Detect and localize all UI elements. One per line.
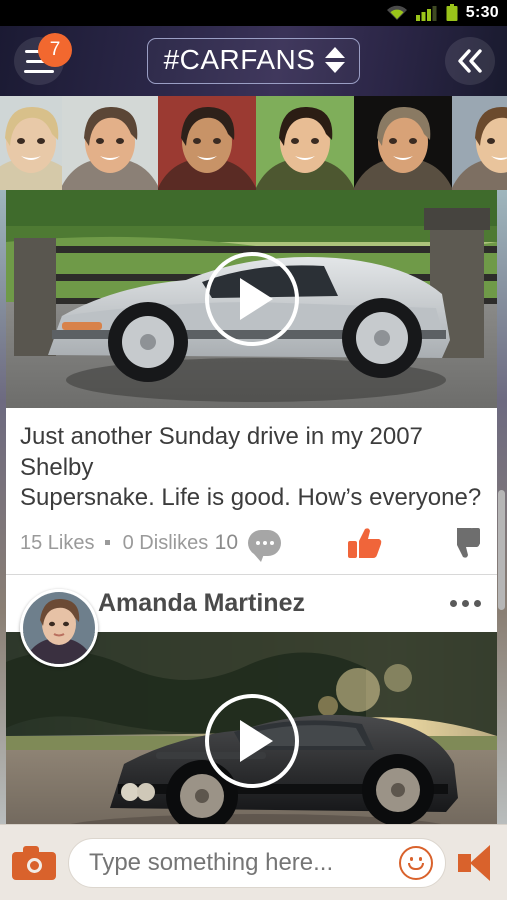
signal-bars-icon — [415, 6, 437, 21]
post-reaction-counts: 15 Likes 0 Dislikes — [20, 532, 208, 555]
friend-avatar-6[interactable] — [452, 96, 507, 190]
more-options-icon[interactable] — [450, 600, 481, 608]
channel-selector[interactable]: #CARFANS — [146, 38, 361, 84]
feed-scrollbar[interactable] — [498, 490, 505, 610]
collapse-button[interactable] — [445, 37, 495, 85]
page-title: #CARFANS — [163, 44, 316, 75]
post-caption: Just another Sunday drive in my 2007 She… — [20, 423, 482, 512]
thumbs-up-icon[interactable] — [347, 526, 383, 560]
feed-list: Just another Sunday drive in my 2007 She… — [6, 190, 497, 824]
friend-avatar-3[interactable] — [158, 96, 256, 190]
post-meta-row: 15 Likes 0 Dislikes 10 — [6, 516, 497, 574]
friend-avatar-1-image — [0, 96, 62, 190]
status-bar: 5:30 — [0, 0, 507, 26]
play-button-icon[interactable] — [204, 252, 299, 346]
friend-avatar-2-image — [62, 96, 158, 190]
like-count: 15 Likes — [20, 531, 95, 554]
play-button-icon[interactable] — [204, 694, 299, 789]
double-chevron-left-icon — [458, 49, 482, 73]
app-root: 5:30 7 #CARFANS Just another Sunday driv… — [0, 0, 507, 900]
friend-avatar-6-image — [452, 96, 507, 190]
smiley-face-icon[interactable] — [399, 845, 433, 880]
battery-icon — [446, 4, 458, 21]
camera-icon[interactable] — [12, 845, 56, 880]
friend-avatars-strip[interactable] — [0, 96, 507, 190]
post-amanda: Amanda Martinez — [6, 574, 497, 824]
app-header: 7 #CARFANS — [0, 26, 507, 96]
separator-dot — [105, 539, 111, 545]
status-clock: 5:30 — [465, 4, 499, 21]
notification-badge[interactable]: 7 — [38, 33, 72, 67]
thumbs-down-icon[interactable] — [445, 526, 481, 560]
friend-avatar-5-image — [354, 96, 452, 190]
dislike-count: 0 Dislikes — [122, 531, 209, 554]
comment-count: 10 — [214, 531, 238, 555]
menu-button[interactable]: 7 — [14, 33, 72, 85]
friend-avatar-5[interactable] — [354, 96, 452, 190]
up-down-arrows-icon[interactable] — [325, 47, 346, 73]
friend-avatar-4[interactable] — [256, 96, 354, 190]
post-author-name: Amanda Martinez — [98, 589, 305, 618]
search-input[interactable] — [89, 848, 399, 877]
wifi-icon — [386, 5, 407, 20]
post-actions: 10 — [214, 526, 481, 563]
avatar[interactable] — [20, 589, 98, 668]
friend-avatar-1[interactable] — [0, 96, 62, 190]
friend-avatar-3-image — [158, 96, 256, 190]
user-avatar-image — [23, 592, 95, 665]
message-input-wrapper[interactable] — [68, 837, 446, 888]
feed-scroll-area[interactable]: Just another Sunday drive in my 2007 She… — [0, 190, 507, 824]
friend-avatar-2[interactable] — [62, 96, 158, 190]
friend-avatar-4-image — [256, 96, 354, 190]
post-author-row: Amanda Martinez — [6, 574, 497, 668]
speaker-megaphone-icon[interactable] — [458, 844, 498, 881]
post-shelby: Just another Sunday drive in my 2007 She… — [6, 190, 497, 575]
comment-bubble-icon[interactable] — [248, 530, 281, 563]
message-composer — [0, 824, 507, 900]
post-video-thumbnail[interactable] — [6, 190, 497, 408]
